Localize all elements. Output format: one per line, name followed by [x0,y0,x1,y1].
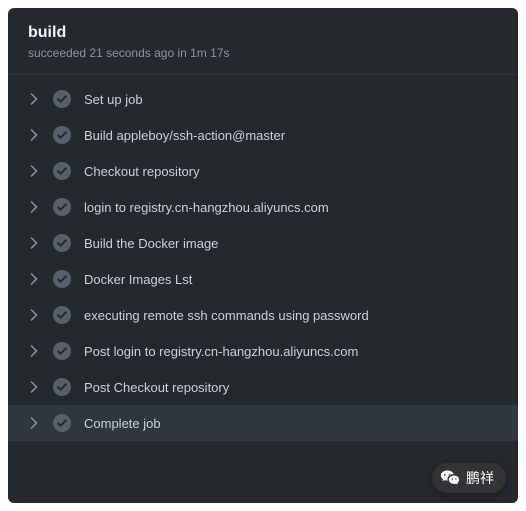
step-row[interactable]: login to registry.cn-hangzhou.aliyuncs.c… [8,189,518,225]
step-row[interactable]: Set up job [8,81,518,117]
workflow-title: build [28,24,498,42]
step-label: Checkout repository [84,164,498,179]
check-circle-icon [53,270,71,288]
step-row[interactable]: Post Checkout repository [8,369,518,405]
step-row[interactable]: Docker Images Lst [8,261,518,297]
check-circle-icon [53,198,71,216]
step-label: Post login to registry.cn-hangzhou.aliyu… [84,344,498,359]
check-circle-icon [53,234,71,252]
chevron-right-icon [28,381,40,393]
chevron-right-icon [28,345,40,357]
step-row[interactable]: Build the Docker image [8,225,518,261]
step-label: Build appleboy/ssh-action@master [84,128,498,143]
step-label: Complete job [84,416,498,431]
steps-list: Set up job Build appleboy/ssh-action@mast… [8,75,518,447]
chevron-right-icon [28,201,40,213]
badge-label: 鹏祥 [466,468,494,488]
step-label: login to registry.cn-hangzhou.aliyuncs.c… [84,200,498,215]
chevron-right-icon [28,309,40,321]
chevron-right-icon [28,165,40,177]
step-row[interactable]: Build appleboy/ssh-action@master [8,117,518,153]
check-circle-icon [53,342,71,360]
step-label: executing remote ssh commands using pass… [84,308,498,323]
check-circle-icon [53,414,71,432]
workflow-run-panel: build succeeded 21 seconds ago in 1m 17s… [8,8,518,503]
chevron-right-icon [28,129,40,141]
time-ago: 21 seconds ago [89,46,174,60]
status-text: succeeded [28,46,86,60]
check-circle-icon [53,126,71,144]
in-word: in [177,46,186,60]
step-label: Docker Images Lst [84,272,498,287]
duration: 1m 17s [190,46,229,60]
workflow-subtitle: succeeded 21 seconds ago in 1m 17s [28,46,498,60]
step-label: Set up job [84,92,498,107]
step-row[interactable]: Complete job [8,405,518,441]
step-row[interactable]: executing remote ssh commands using pass… [8,297,518,333]
step-row[interactable]: Checkout repository [8,153,518,189]
check-circle-icon [53,162,71,180]
step-label: Post Checkout repository [84,380,498,395]
step-row[interactable]: Post login to registry.cn-hangzhou.aliyu… [8,333,518,369]
wechat-badge[interactable]: 鹏祥 [432,463,506,493]
chevron-right-icon [28,93,40,105]
step-label: Build the Docker image [84,236,498,251]
chevron-right-icon [28,273,40,285]
chevron-right-icon [28,237,40,249]
check-circle-icon [53,306,71,324]
chevron-right-icon [28,417,40,429]
check-circle-icon [53,378,71,396]
workflow-header: build succeeded 21 seconds ago in 1m 17s [8,8,518,75]
wechat-icon [440,468,460,488]
check-circle-icon [53,90,71,108]
